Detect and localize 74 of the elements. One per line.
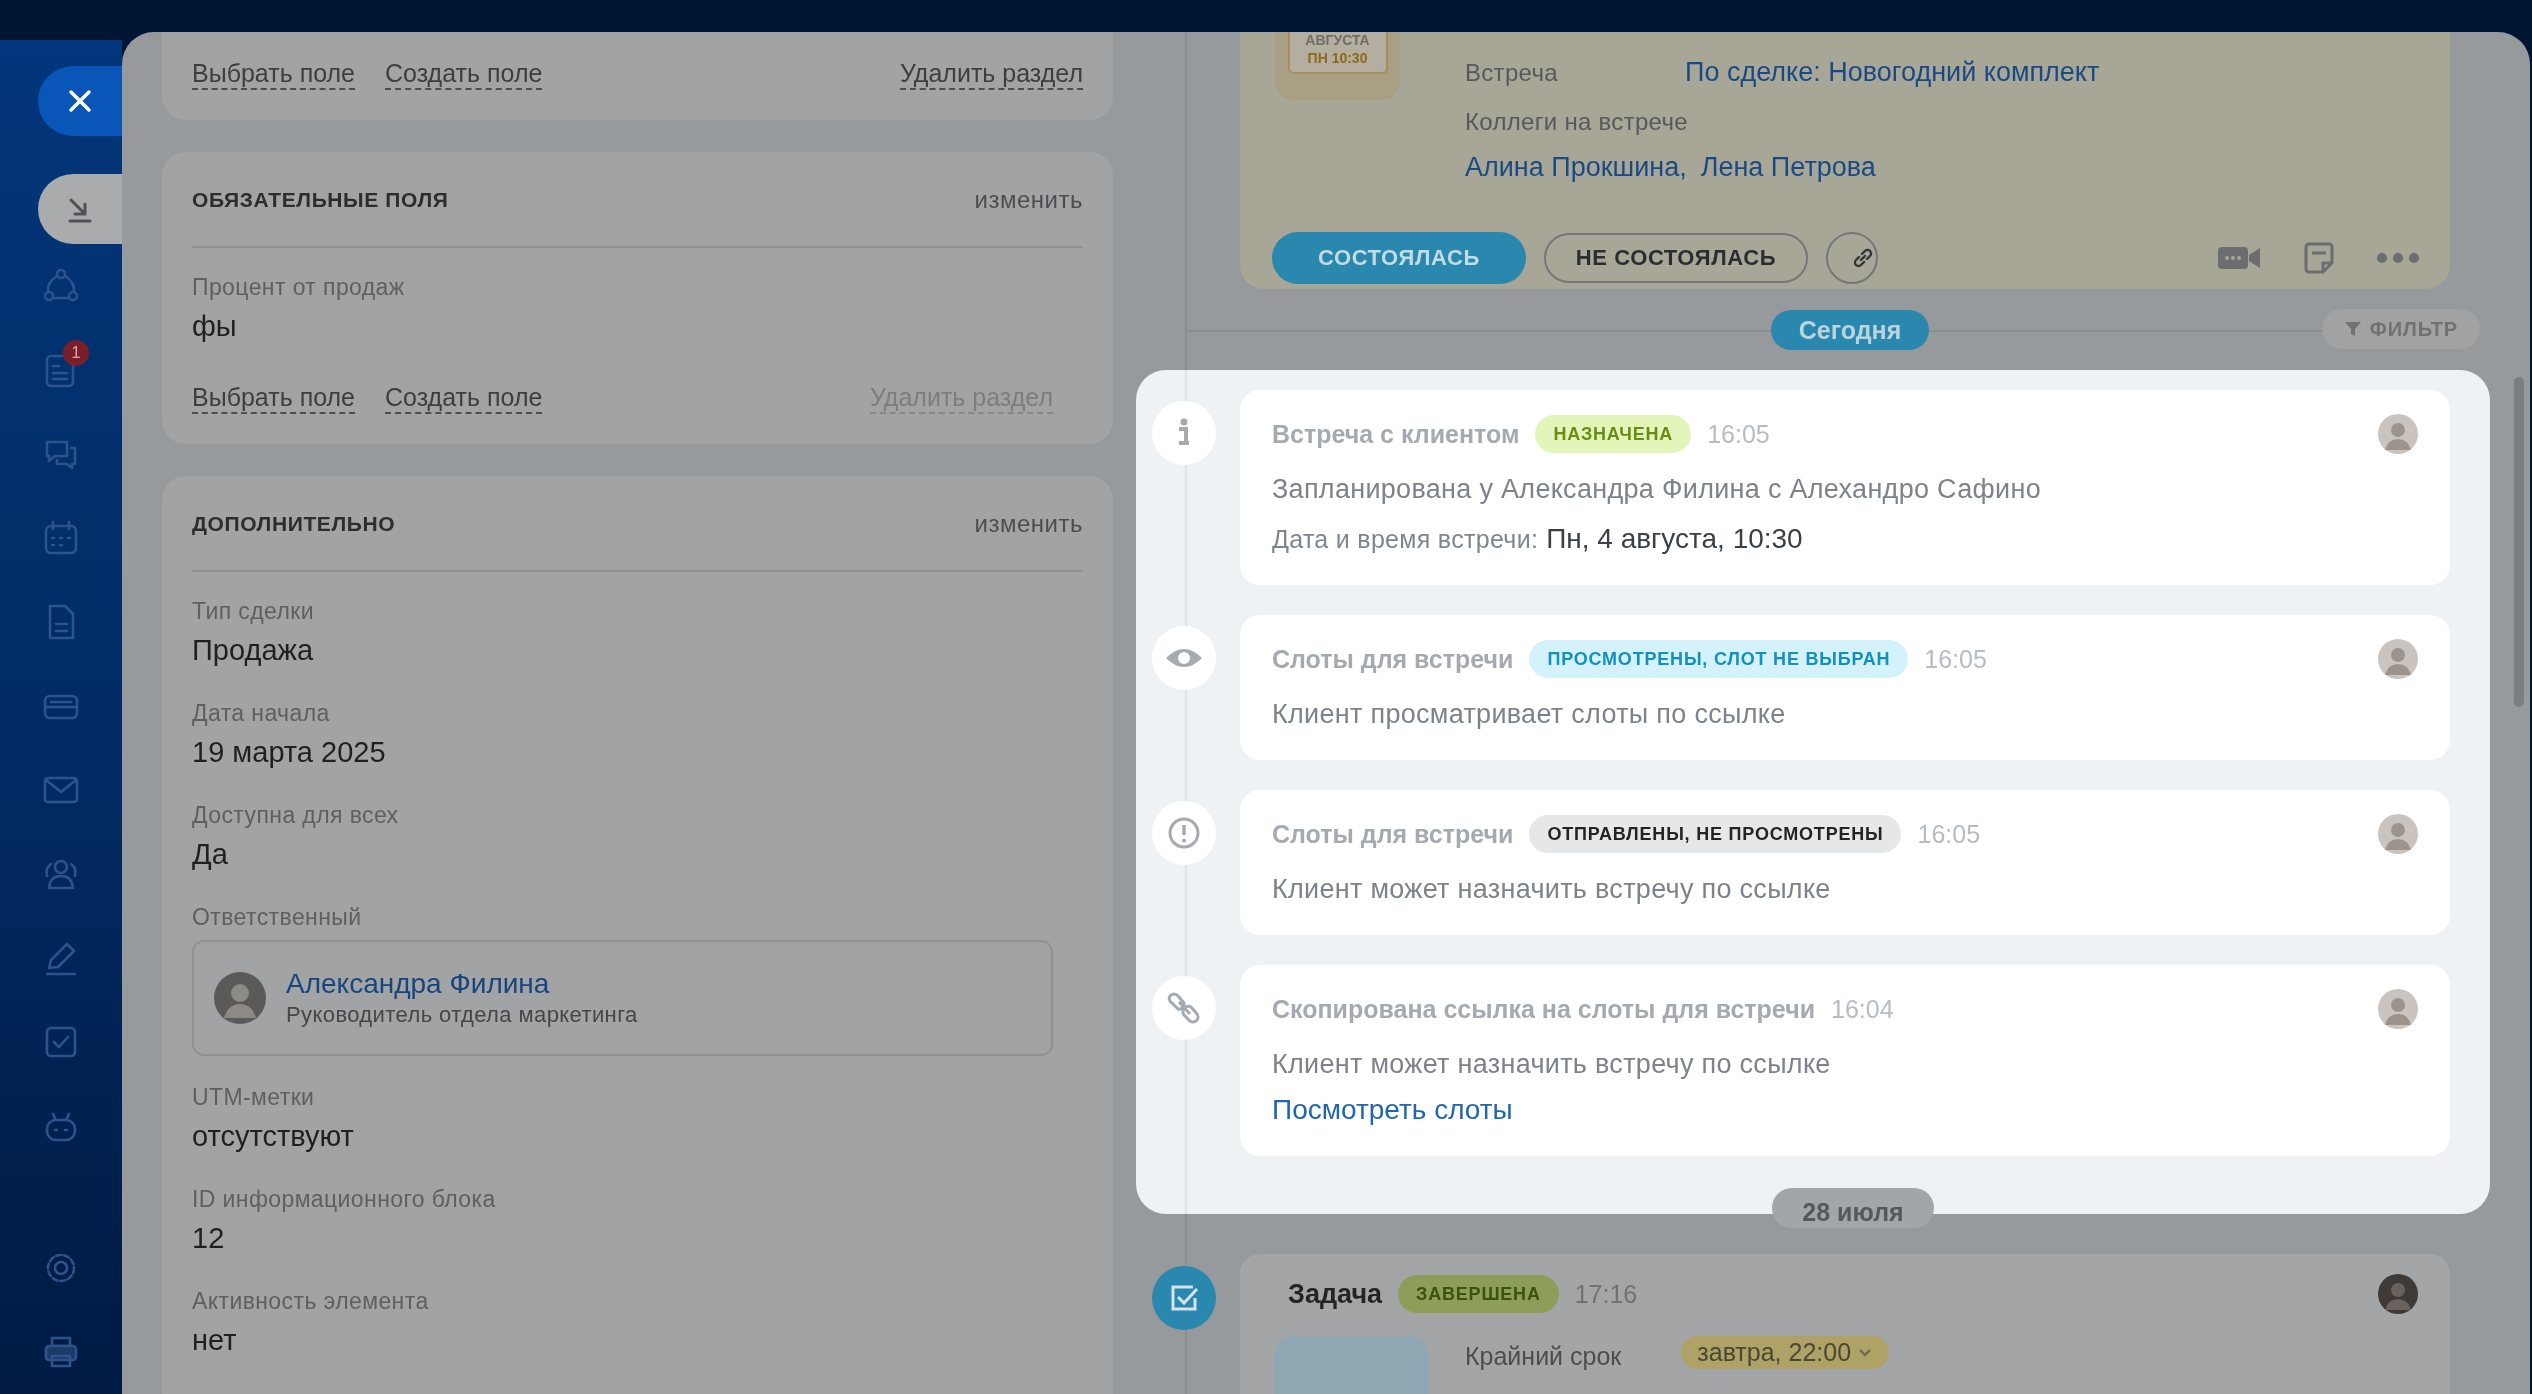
date-divider: Сегодня — [1770, 309, 1930, 350]
event-title: Задача — [1288, 1278, 1383, 1310]
person-name[interactable]: Александра Филина — [286, 968, 638, 1000]
status-badge: ПРОСМОТРЕНЫ, СЛОТ НЕ ВЫБРАН — [1529, 640, 1909, 678]
person-position: Руководитель отдела маркетинга — [286, 1002, 638, 1028]
avatar-icon — [2378, 1274, 2418, 1314]
avatar-icon — [2378, 989, 2418, 1029]
notification-badge: 1 — [63, 340, 89, 366]
field-label: Доступна для всех — [192, 801, 400, 830]
colleagues-label: Коллеги на встрече — [1465, 108, 1689, 136]
event-time: 16:04 — [1831, 994, 1894, 1024]
status-badge: ОТПРАВЛЕНЫ, НЕ ПРОСМОТРЕНЫ — [1529, 815, 1902, 853]
avatar-icon — [2378, 639, 2418, 679]
dashed-link[interactable]: Создать поле — [385, 382, 543, 414]
status-badge: ЗАВЕРШЕНА — [1398, 1275, 1559, 1313]
dashed-link[interactable]: Выбрать поле — [192, 58, 356, 90]
edit-link[interactable]: изменить — [974, 186, 1083, 214]
event-title: Скопирована ссылка на слоты для встречи — [1272, 994, 1816, 1024]
section-title: ОБЯЗАТЕЛЬНЫЕ ПОЛЯ — [192, 188, 449, 212]
avatar-icon — [2378, 814, 2418, 854]
meeting-label: Встреча — [1465, 59, 1559, 87]
field-value: нет — [192, 1323, 238, 1358]
field-value: отсутствуют — [192, 1119, 355, 1154]
meeting-button[interactable]: НЕ СОСТОЯЛАСЬ — [1543, 233, 1809, 283]
deal-link[interactable]: По сделке: Новогодний комплект — [1685, 57, 2100, 88]
field-label: Дата начала — [192, 699, 331, 728]
meeting-button[interactable]: СОСТОЯЛАСЬ — [1272, 232, 1526, 284]
field-label: UTM-метки — [192, 1083, 316, 1112]
collapse-button[interactable] — [38, 174, 122, 244]
detail-value: Пн, 4 августа, 10:30 — [1546, 523, 1803, 555]
field-label: ID информационного блока — [192, 1185, 497, 1214]
person-card[interactable]: Александра Филина Руководитель отдела маркетинга — [192, 940, 1053, 1056]
deadline-badge[interactable]: завтра, 22:00 — [1681, 1336, 1890, 1369]
event-title: Встреча с клиентом — [1272, 419, 1520, 449]
field-value: Да — [192, 837, 229, 872]
event-title: Слоты для встречи — [1272, 819, 1514, 849]
view-slots-link[interactable]: Посмотреть слоты — [1272, 1094, 1513, 1126]
field-value: фы — [192, 309, 238, 344]
event-description: Клиент может назначить встречу по ссылке — [1272, 1049, 1832, 1080]
calendar-month: АВГУСТА — [1305, 32, 1370, 48]
event-time: 16:05 — [1924, 644, 1987, 674]
event-title: Слоты для встречи — [1272, 644, 1514, 674]
field-value: Продажа — [192, 633, 315, 668]
deadline-label: Крайний срок — [1465, 1342, 1622, 1371]
field-label: Тип сделки — [192, 597, 315, 626]
calendar-time: ПН 10:30 — [1307, 49, 1368, 68]
scrollbar[interactable] — [2514, 377, 2524, 707]
field-label: Ответственный — [192, 903, 363, 932]
event-time: 16:05 — [1917, 819, 1981, 849]
field-label: Процент от продаж — [192, 273, 406, 302]
edit-link[interactable]: изменить — [974, 510, 1083, 538]
event-description: Запланирована у Александра Филина с Алехандро Сафино — [1272, 474, 2042, 505]
close-button[interactable] — [38, 66, 122, 136]
avatar-icon — [2378, 414, 2418, 454]
detail-label: Дата и время встречи: — [1272, 525, 1539, 554]
date-divider: 28 июля — [1772, 1188, 1934, 1228]
dashed-link[interactable]: Создать поле — [385, 58, 543, 90]
filter-icon — [2343, 320, 2362, 339]
link-button[interactable] — [1826, 232, 1879, 284]
section-title: ДОПОЛНИТЕЛЬНО — [192, 512, 396, 536]
status-badge: НАЗНАЧЕНА — [1535, 415, 1692, 453]
field-value: 12 — [192, 1221, 226, 1256]
note-icon[interactable] — [2302, 241, 2336, 275]
colleague-link[interactable]: Лена Петрова — [1700, 152, 1876, 183]
avatar-icon — [214, 972, 266, 1024]
field-value: 19 марта 2025 — [192, 735, 387, 770]
more-icon[interactable] — [2376, 252, 2420, 264]
event-description: Клиент просматривает слоты по ссылке — [1272, 699, 1787, 730]
event-time: 16:05 — [1707, 419, 1770, 449]
dashed-link[interactable]: Удалить раздел — [899, 58, 1083, 90]
colleague-link[interactable]: Алина Прокшина, — [1465, 152, 1687, 183]
dashed-link[interactable]: Выбрать поле — [192, 382, 356, 414]
field-label: Активность элемента — [192, 1287, 430, 1316]
event-description: Клиент может назначить встречу по ссылке — [1272, 874, 1832, 905]
